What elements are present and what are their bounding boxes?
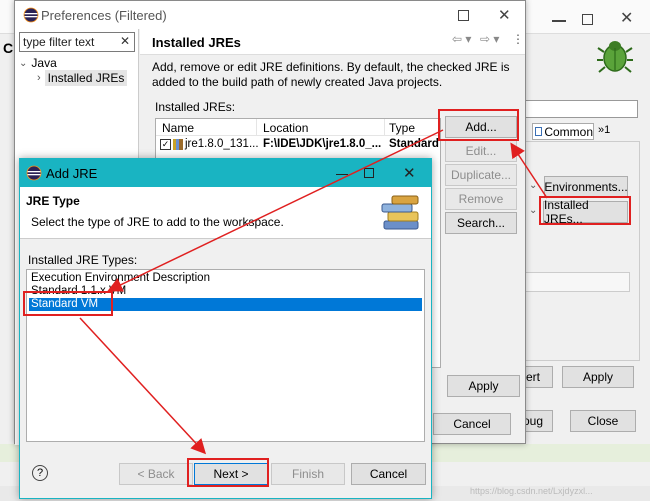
arrow-standard-to-next <box>79 317 207 455</box>
arrow-add-to-types <box>107 129 444 292</box>
annotation-arrows <box>79 129 548 455</box>
arrow-installed-to-add <box>510 142 548 199</box>
